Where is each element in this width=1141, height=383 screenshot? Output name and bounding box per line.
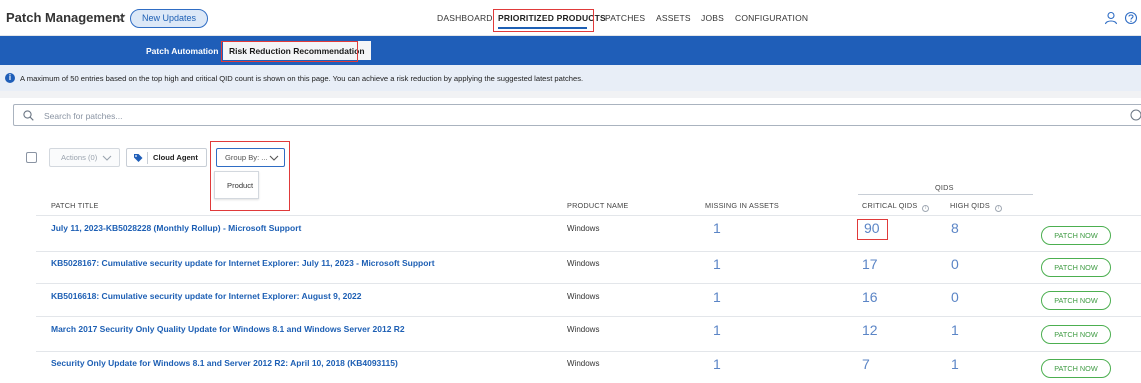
- search-input[interactable]: [44, 108, 944, 123]
- sub-navigation: Patch Automation Risk Reduction Recommen…: [0, 36, 1141, 65]
- row-divider: [36, 283, 1141, 284]
- info-banner: i A maximum of 50 entries based on the t…: [0, 65, 1141, 91]
- nav-assets[interactable]: ASSETS: [656, 13, 691, 23]
- tag-label: Cloud Agent: [153, 153, 198, 162]
- patch-title-link[interactable]: July 11, 2023-KB5028228 (Monthly Rollup)…: [51, 223, 301, 233]
- tab-patch-automation[interactable]: Patch Automation: [146, 46, 218, 56]
- high-qids-count[interactable]: 1: [951, 356, 959, 372]
- chevron-down-icon: [102, 155, 112, 161]
- patch-title-link[interactable]: March 2017 Security Only Quality Update …: [51, 324, 405, 334]
- column-header-critical-qids[interactable]: CRITICAL QIDS i: [862, 201, 930, 212]
- search-icon: [23, 110, 34, 121]
- patch-title-link[interactable]: KB5016618: Cumulative security update fo…: [51, 291, 362, 301]
- high-qids-count[interactable]: 1: [951, 322, 959, 338]
- column-header-high-qids[interactable]: HIGH QIDS i: [950, 201, 1002, 212]
- high-qids-label: HIGH QIDS: [950, 201, 990, 210]
- missing-in-assets-count[interactable]: 1: [713, 289, 721, 305]
- critical-qids-label: CRITICAL QIDS: [862, 201, 918, 210]
- column-header-product-name[interactable]: PRODUCT NAME: [567, 201, 628, 210]
- row-divider: [36, 215, 1141, 216]
- select-all-checkbox[interactable]: [26, 152, 37, 163]
- missing-in-assets-count[interactable]: 1: [713, 256, 721, 272]
- high-qids-count[interactable]: 0: [951, 289, 959, 305]
- search-help-icon[interactable]: [1130, 109, 1141, 121]
- chevron-down-icon[interactable]: [114, 13, 126, 23]
- highlight-box: [221, 41, 358, 62]
- product-name: Windows: [567, 259, 600, 268]
- critical-qids-count[interactable]: 17: [862, 256, 878, 272]
- column-header-missing-in-assets[interactable]: MISSING IN ASSETS: [705, 201, 779, 210]
- search-bar[interactable]: [13, 104, 1141, 126]
- product-name: Windows: [567, 224, 600, 233]
- banner-text: A maximum of 50 entries based on the top…: [20, 74, 584, 83]
- app-title: Patch Management: [6, 10, 125, 25]
- patch-now-button[interactable]: PATCH NOW: [1041, 359, 1111, 378]
- actions-label: Actions (0): [61, 153, 98, 162]
- product-name: Windows: [567, 325, 600, 334]
- patch-title-link[interactable]: Security Only Update for Windows 8.1 and…: [51, 358, 398, 368]
- row-divider: [36, 351, 1141, 352]
- missing-in-assets-count[interactable]: 1: [713, 322, 721, 338]
- qids-group-header: QIDS: [935, 183, 954, 192]
- patch-now-button[interactable]: PATCH NOW: [1041, 226, 1111, 245]
- nav-dashboard[interactable]: DASHBOARD: [437, 13, 493, 23]
- critical-qids-count[interactable]: 7: [862, 356, 870, 372]
- qids-group-divider: [858, 194, 1033, 195]
- actions-dropdown[interactable]: Actions (0): [49, 148, 120, 167]
- top-icons: [1104, 11, 1138, 25]
- missing-in-assets-count[interactable]: 1: [713, 220, 721, 236]
- info-icon: i: [5, 73, 15, 83]
- highlight-box: [857, 219, 888, 240]
- high-qids-count[interactable]: 8: [951, 220, 959, 236]
- help-circle-icon[interactable]: [1124, 11, 1138, 25]
- patch-now-button[interactable]: PATCH NOW: [1041, 258, 1111, 277]
- info-icon: i: [922, 205, 930, 212]
- patch-title-link[interactable]: KB5028167: Cumulative security update fo…: [51, 258, 435, 268]
- top-bar: Patch Management New Updates DASHBOARD P…: [0, 0, 1141, 36]
- nav-patches[interactable]: PATCHES: [605, 13, 645, 23]
- column-header-patch-title[interactable]: PATCH TITLE: [51, 201, 99, 210]
- new-updates-button[interactable]: New Updates: [130, 9, 209, 28]
- product-name: Windows: [567, 359, 600, 368]
- critical-qids-count[interactable]: 12: [862, 322, 878, 338]
- info-icon: i: [994, 205, 1002, 212]
- nav-configuration[interactable]: CONFIGURATION: [735, 13, 808, 23]
- cloud-agent-tag-filter[interactable]: Cloud Agent: [126, 148, 207, 167]
- divider: [0, 91, 1141, 98]
- product-name: Windows: [567, 292, 600, 301]
- high-qids-count[interactable]: 0: [951, 256, 959, 272]
- highlight-box: [493, 9, 594, 32]
- missing-in-assets-count[interactable]: 1: [713, 356, 721, 372]
- row-divider: [36, 316, 1141, 317]
- tag-icon: [134, 154, 143, 162]
- patch-now-button[interactable]: PATCH NOW: [1041, 291, 1111, 310]
- critical-qids-count[interactable]: 16: [862, 289, 878, 305]
- row-divider: [36, 251, 1141, 252]
- nav-jobs[interactable]: JOBS: [701, 13, 724, 23]
- highlight-box: [210, 141, 290, 211]
- tag-separator: [147, 152, 148, 164]
- user-icon[interactable]: [1104, 11, 1118, 25]
- patch-now-button[interactable]: PATCH NOW: [1041, 325, 1111, 344]
